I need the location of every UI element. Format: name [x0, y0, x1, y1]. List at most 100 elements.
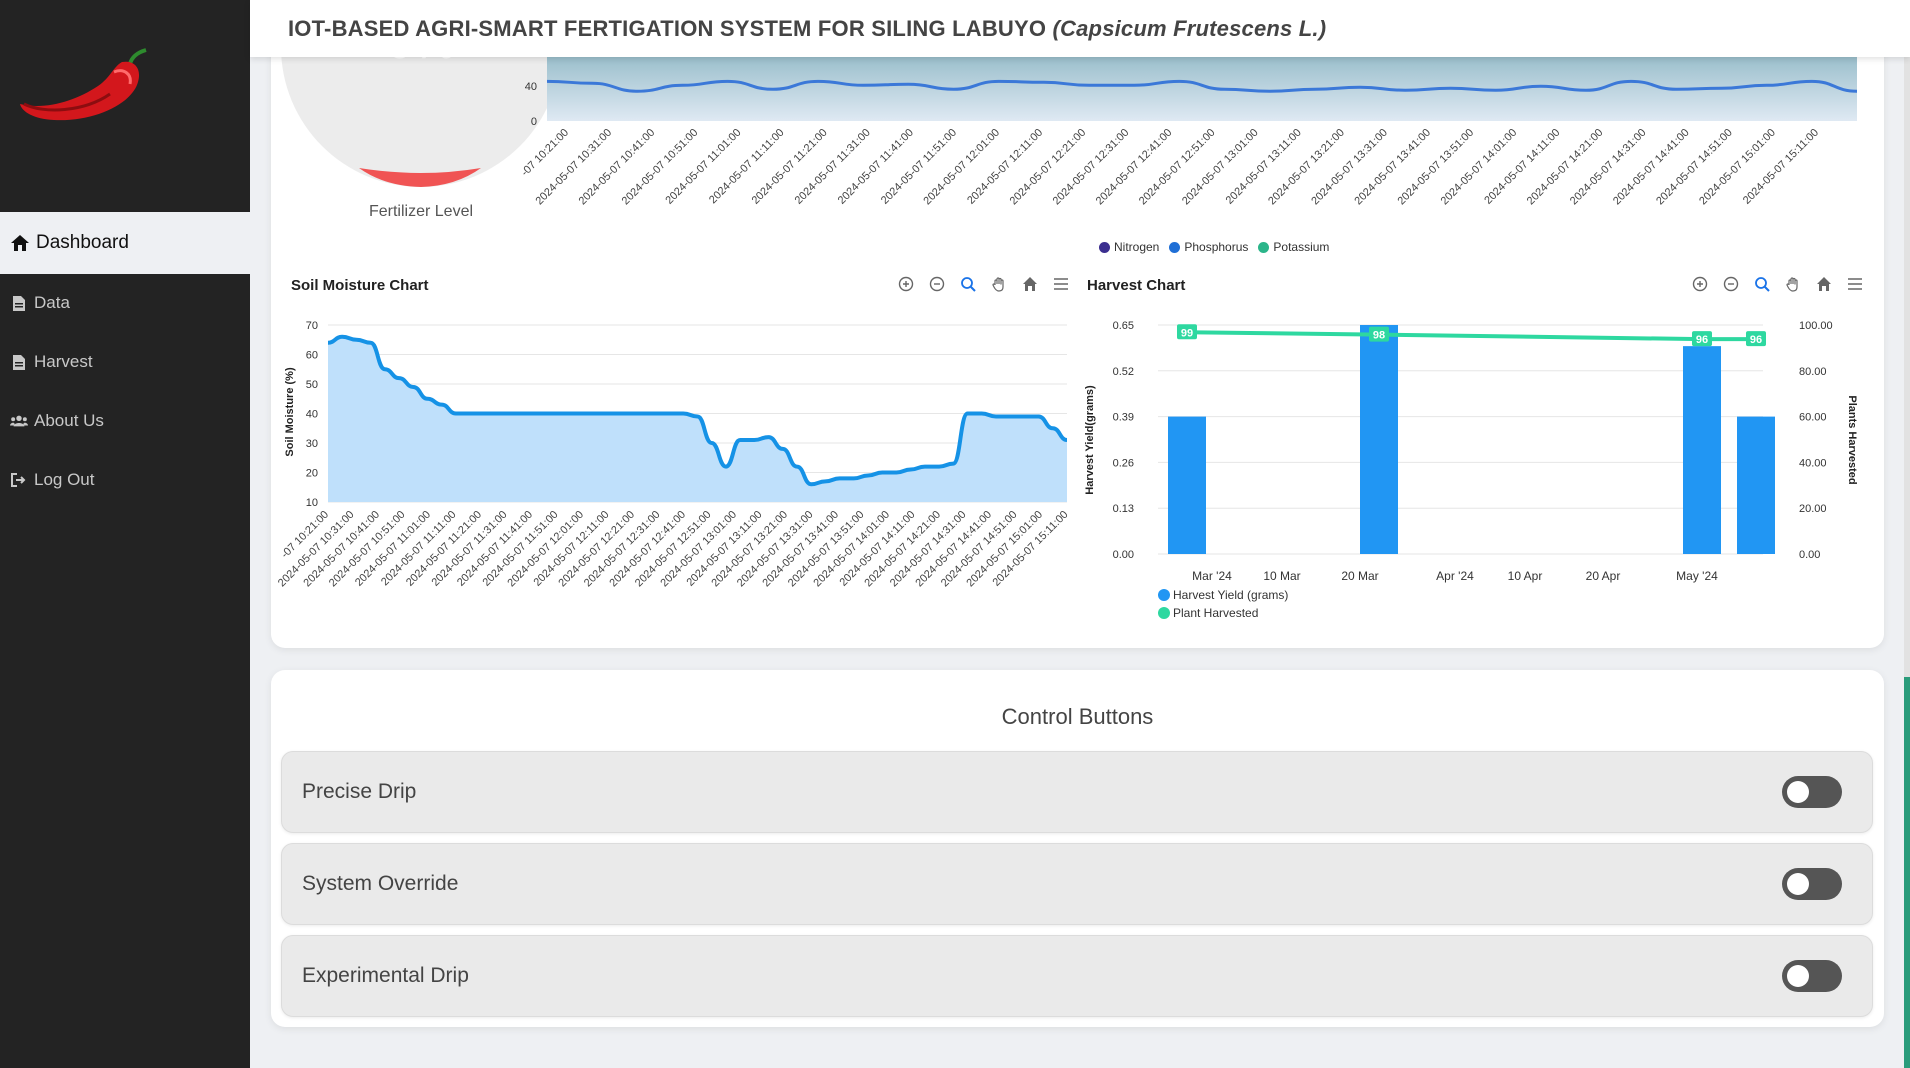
- file-icon: [10, 294, 28, 312]
- npk-xtick: 2024-05-07 12:31:00: [1051, 127, 1132, 208]
- harvest-chart-toolbar: [1689, 273, 1866, 295]
- control-row-precise-drip: Precise Drip: [281, 751, 1873, 833]
- logout-icon: [10, 471, 28, 489]
- npk-xtick: 2024-05-07 13:31:00: [1309, 127, 1390, 208]
- npk-xtick: 2024-05-07 14:11:00: [1482, 127, 1562, 207]
- sidebar-item-label: Harvest: [34, 352, 93, 371]
- legend-dot: [1258, 241, 1270, 253]
- harvest-ytick: 0.26: [1113, 457, 1134, 469]
- sidebar-item-label: About Us: [34, 411, 104, 430]
- sidebar-item-about-us[interactable]: About Us: [0, 399, 250, 443]
- selection-zoom-icon[interactable]: [957, 273, 979, 295]
- harvest-xtick: May '24: [1676, 569, 1718, 583]
- data-label: 98: [1373, 330, 1385, 342]
- sidebar: Dashboard Data Harvest About Us Log Out: [0, 0, 250, 1068]
- zoom-in-icon[interactable]: [1689, 273, 1711, 295]
- harvest-y2label: Plants Harvested: [1846, 395, 1858, 484]
- charts-card: 0% Fertilizer Level 040-07 10:21:002024-…: [271, 0, 1884, 648]
- data-label: 96: [1750, 334, 1762, 346]
- reset-home-icon[interactable]: [1019, 273, 1041, 295]
- harvest-bar: [1168, 416, 1206, 554]
- npk-xtick: 2024-05-07 12:51:00: [1137, 127, 1218, 208]
- npk-xtick: 2024-05-07 10:41:00: [577, 127, 658, 208]
- npk-xtick: 2024-05-07 10:31:00: [534, 127, 615, 208]
- pan-hand-icon[interactable]: [988, 273, 1010, 295]
- harvest-xtick: 10 Apr: [1508, 569, 1543, 583]
- zoom-out-icon[interactable]: [1720, 273, 1742, 295]
- legend-label: Harvest Yield (grams): [1173, 588, 1288, 602]
- harvest-bar: [1737, 416, 1775, 554]
- menu-icon[interactable]: [1050, 273, 1072, 295]
- legend-phosphorus[interactable]: Phosphorus: [1169, 240, 1248, 254]
- harvest-y2tick: 100.00: [1799, 320, 1833, 332]
- npk-area-bg: [547, 57, 1857, 121]
- zoom-in-icon[interactable]: [895, 273, 917, 295]
- npk-xtick: 2024-05-07 14:31:00: [1568, 127, 1649, 208]
- legend-potassium[interactable]: Potassium: [1258, 240, 1329, 254]
- control-row-system-override: System Override: [281, 843, 1873, 925]
- soil-ytick: 40: [306, 409, 318, 421]
- harvest-xtick: 20 Apr: [1586, 569, 1621, 583]
- system-override-toggle[interactable]: [1782, 868, 1842, 900]
- harvest-ytick: 0.52: [1113, 366, 1134, 378]
- soil-ylabel: Soil Moisture (%): [284, 367, 296, 457]
- npk-xtick: 2024-05-07 13:51:00: [1396, 127, 1477, 208]
- npk-xtick: 2024-05-07 14:51:00: [1654, 127, 1735, 208]
- soil-chart-title: Soil Moisture Chart: [291, 277, 429, 294]
- npk-xtick: 2024-05-07 11:51:00: [879, 127, 959, 207]
- harvest-ytick: 0.65: [1113, 320, 1134, 332]
- legend-dot: [1169, 241, 1181, 253]
- sidebar-item-harvest[interactable]: Harvest: [0, 340, 250, 384]
- control-row-experimental-drip: Experimental Drip: [281, 935, 1873, 1017]
- harvest-ytick: 0.13: [1113, 503, 1134, 515]
- sidebar-item-dashboard[interactable]: Dashboard: [0, 212, 250, 274]
- npk-xtick: 2024-05-07 12:11:00: [965, 127, 1045, 207]
- harvest-bar: [1360, 325, 1398, 554]
- sidebar-item-data[interactable]: Data: [0, 281, 250, 325]
- npk-xtick: 2024-05-07 12:41:00: [1094, 127, 1175, 208]
- sidebar-item-log-out[interactable]: Log Out: [0, 458, 250, 502]
- sidebar-item-label: Data: [34, 293, 70, 312]
- chili-logo: [20, 48, 147, 121]
- npk-xtick: 2024-05-07 14:41:00: [1611, 127, 1692, 208]
- pan-hand-icon[interactable]: [1782, 273, 1804, 295]
- data-label: 96: [1696, 334, 1708, 346]
- experimental-drip-toggle[interactable]: [1782, 960, 1842, 992]
- npk-xtick: 2024-05-07 14:21:00: [1525, 127, 1606, 208]
- harvest-xtick: Apr '24: [1436, 569, 1474, 583]
- harvest-chart-title: Harvest Chart: [1087, 277, 1186, 294]
- harvest-ytick: 0.39: [1113, 412, 1134, 424]
- data-label: 99: [1181, 327, 1193, 339]
- file-icon: [10, 353, 28, 371]
- harvest-y2tick: 20.00: [1799, 503, 1827, 515]
- soil-area-fill: [328, 336, 1067, 502]
- scrollbar-thumb[interactable]: [1904, 677, 1910, 1068]
- npk-xtick: 2024-05-07 15:01:00: [1697, 127, 1778, 208]
- sidebar-item-label: Dashboard: [36, 232, 129, 253]
- harvest-y2tick: 0.00: [1799, 549, 1820, 561]
- plants-harvested-line: [1186, 330, 1756, 342]
- legend-dot: [1099, 241, 1110, 253]
- page-title: IOT-BASED AGRI-SMART FERTIGATION SYSTEM …: [288, 15, 1327, 41]
- npk-legend: Nitrogen Phosphorus Potassium: [1099, 240, 1339, 254]
- reset-home-icon[interactable]: [1813, 273, 1835, 295]
- page-header: IOT-BASED AGRI-SMART FERTIGATION SYSTEM …: [250, 0, 1910, 57]
- soil-ytick: 20: [306, 468, 318, 480]
- npk-xtick: 2024-05-07 14:01:00: [1439, 127, 1520, 208]
- menu-icon[interactable]: [1844, 273, 1866, 295]
- npk-xtick: 2024-05-07 11:01:00: [663, 127, 743, 207]
- home-icon: [10, 233, 30, 253]
- soil-ytick: 70: [306, 320, 318, 332]
- soil-chart-toolbar: [895, 273, 1072, 295]
- zoom-out-icon[interactable]: [926, 273, 948, 295]
- control-label: Precise Drip: [302, 780, 417, 803]
- sidebar-item-label: Log Out: [34, 470, 95, 489]
- npk-xtick: 2024-05-07 13:11:00: [1224, 127, 1304, 207]
- npk-xtick: 2024-05-07 13:41:00: [1352, 127, 1433, 208]
- selection-zoom-icon[interactable]: [1751, 273, 1773, 295]
- harvest-ytick: 0.00: [1113, 549, 1134, 561]
- precise-drip-toggle[interactable]: [1782, 776, 1842, 808]
- legend-dot: [1158, 589, 1170, 601]
- soil-ytick: 60: [306, 350, 318, 362]
- legend-nitrogen[interactable]: Nitrogen: [1099, 240, 1159, 254]
